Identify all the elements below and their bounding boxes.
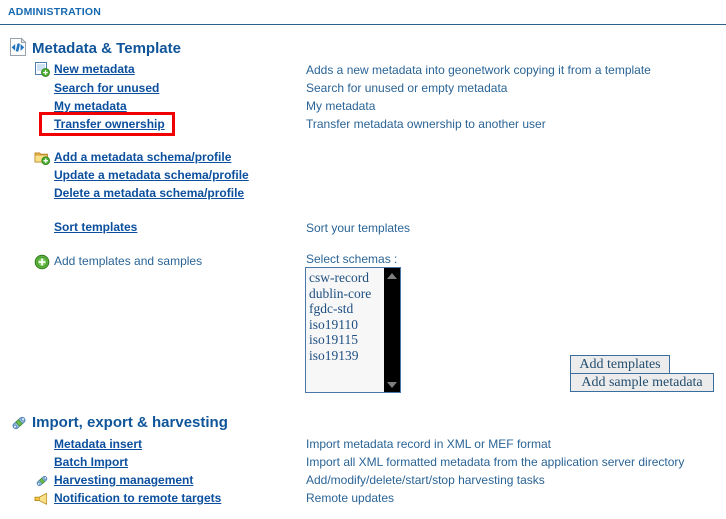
notification-icon [33,490,49,506]
add-folder-icon [34,149,50,165]
link-add-metadata-schema[interactable]: Add a metadata schema/profile [54,150,231,164]
link-search-for-unused[interactable]: Search for unused [54,81,159,95]
link-metadata-insert[interactable]: Metadata insert [54,437,142,451]
list-item[interactable]: iso19139 [309,348,384,364]
row-notification-remote-targets[interactable]: Notification to remote targets [34,491,221,505]
list-item[interactable]: dublin-core [309,286,384,302]
link-batch-import[interactable]: Batch Import [54,455,128,469]
section-title-import-export-harvesting: Import, export & harvesting [32,414,228,431]
link-sort-templates[interactable]: Sort templates [54,220,137,234]
row-delete-metadata-schema[interactable]: Delete a metadata schema/profile [54,186,244,200]
list-item[interactable]: fgdc-std [309,301,384,317]
row-update-metadata-schema[interactable]: Update a metadata schema/profile [54,168,249,182]
desc-batch-import: Import all XML formatted metadata from t… [306,455,685,469]
link-new-metadata[interactable]: New metadata [54,62,135,76]
schema-option-list[interactable]: csw-record dublin-core fgdc-std iso19110… [306,268,384,363]
code-document-icon [8,37,28,57]
select-schemas-label: Select schemas : [306,252,398,266]
desc-metadata-insert: Import metadata record in XML or MEF for… [306,437,551,451]
harvesting-icon [8,412,28,432]
desc-notification-remote-targets: Remote updates [306,491,395,505]
scroll-up-arrow-icon[interactable] [385,269,399,282]
link-update-metadata-schema[interactable]: Update a metadata schema/profile [54,168,249,182]
row-transfer-ownership[interactable]: Transfer ownership [54,117,165,131]
add-templates-button[interactable]: Add templates [570,355,670,374]
scrollbar[interactable] [384,268,400,392]
label-add-templates-and-samples: Add templates and samples [54,254,203,268]
header-divider [0,24,726,25]
row-new-metadata[interactable]: New metadata [35,62,135,77]
link-notification-remote-targets[interactable]: Notification to remote targets [54,491,221,505]
schema-select-listbox[interactable]: csw-record dublin-core fgdc-std iso19110… [305,267,401,393]
desc-transfer-ownership: Transfer metadata ownership to another u… [306,117,546,131]
row-add-metadata-schema[interactable]: Add a metadata schema/profile [34,150,231,165]
link-my-metadata[interactable]: My metadata [54,99,127,113]
list-item[interactable]: iso19115 [309,332,384,348]
desc-new-metadata: Adds a new metadata into geonetwork copy… [306,63,651,77]
link-transfer-ownership[interactable]: Transfer ownership [54,117,165,131]
desc-my-metadata: My metadata [306,99,376,113]
desc-sort-templates: Sort your templates [306,221,411,235]
list-item[interactable]: csw-record [309,270,384,286]
row-metadata-insert[interactable]: Metadata insert [54,437,142,451]
row-my-metadata[interactable]: My metadata [54,99,127,113]
desc-harvesting-management: Add/modify/delete/start/stop harvesting … [306,473,545,487]
harvesting-icon [33,472,49,488]
row-harvesting-management[interactable]: Harvesting management [36,473,193,487]
link-harvesting-management[interactable]: Harvesting management [54,473,193,487]
row-batch-import[interactable]: Batch Import [54,455,128,469]
row-search-for-unused[interactable]: Search for unused [54,81,159,95]
link-delete-metadata-schema[interactable]: Delete a metadata schema/profile [54,186,244,200]
list-item[interactable]: iso19110 [309,317,384,333]
row-sort-templates[interactable]: Sort templates [54,220,137,234]
page-title: ADMINISTRATION [8,6,102,18]
section-title-metadata-template: Metadata & Template [32,40,181,57]
green-plus-icon [34,254,50,270]
scroll-down-arrow-icon[interactable] [385,378,399,391]
add-sample-metadata-button[interactable]: Add sample metadata [570,373,714,392]
new-page-icon [34,61,50,77]
desc-search-for-unused: Search for unused or empty metadata [306,81,508,95]
row-add-templates-and-samples[interactable]: Add templates and samples [34,254,203,270]
